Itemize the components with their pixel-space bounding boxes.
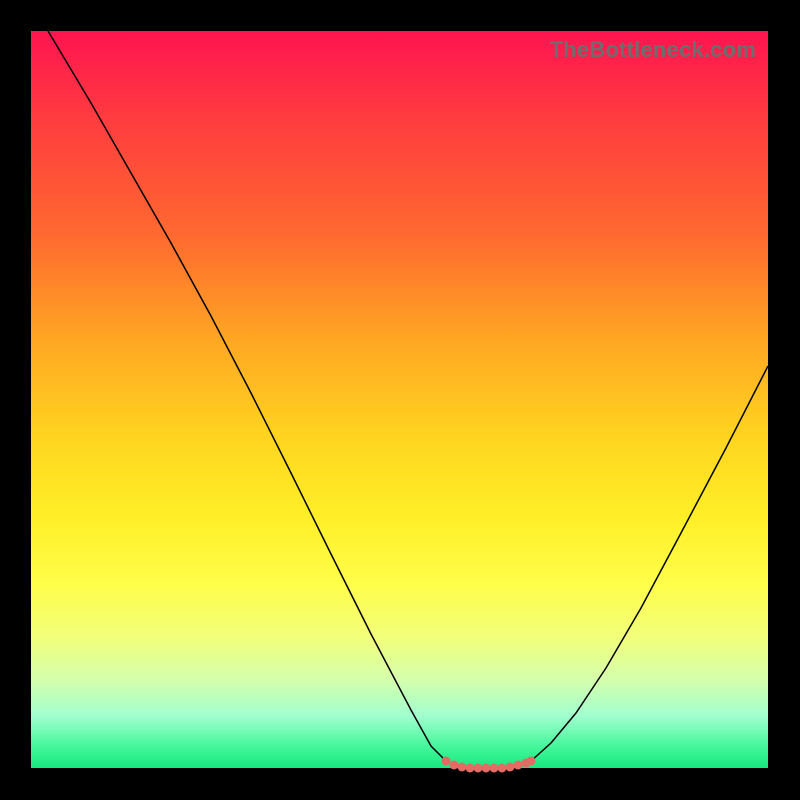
bottom-dot (450, 761, 459, 770)
plot-area: TheBottleneck.com (31, 31, 768, 768)
curve-right (531, 366, 768, 761)
bottom-dot (458, 763, 467, 772)
chart-svg (31, 31, 768, 768)
bottom-dot (466, 764, 475, 773)
curve-left (48, 31, 446, 761)
bottom-dot-cluster (442, 757, 536, 773)
bottom-dot (490, 764, 499, 773)
chart-frame: TheBottleneck.com (0, 0, 800, 800)
bottom-dot (498, 764, 507, 773)
bottom-dot (527, 757, 536, 766)
bottom-dot (514, 761, 523, 770)
bottom-dot (506, 763, 515, 772)
bottom-dot (482, 764, 491, 773)
bottom-dot (442, 757, 451, 766)
bottom-dot (474, 764, 483, 773)
